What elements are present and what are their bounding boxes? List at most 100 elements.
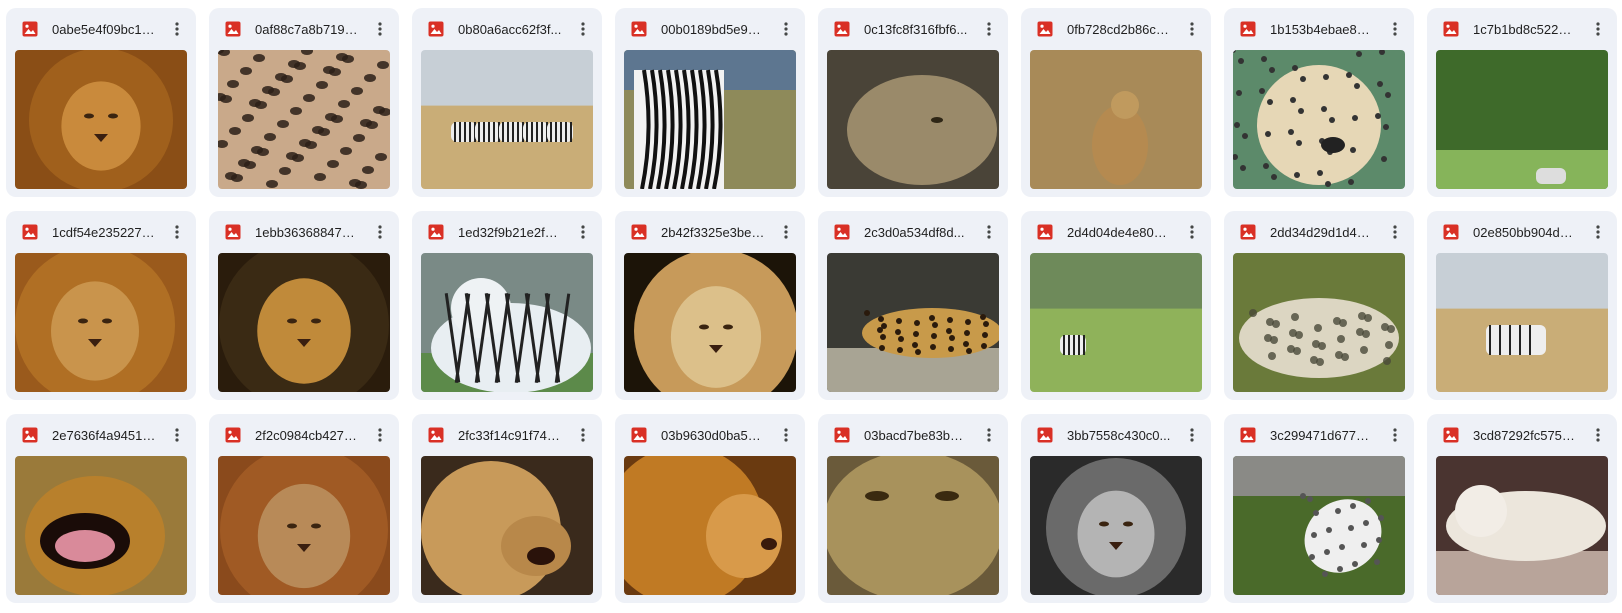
file-thumbnail-lion-roar-side[interactable] bbox=[421, 456, 593, 595]
file-thumbnail-leopard-closeup[interactable] bbox=[218, 50, 390, 189]
more-vert-icon[interactable] bbox=[1585, 422, 1611, 448]
image-file-icon bbox=[1240, 224, 1256, 240]
file-grid: 0abe5e4f09bc12... 0af88c7a8b7195... 0b80… bbox=[6, 8, 1617, 603]
file-card-header: 2b42f3325e3be3... bbox=[615, 211, 805, 253]
more-vert-icon[interactable] bbox=[1382, 16, 1408, 42]
more-vert-icon[interactable] bbox=[164, 422, 190, 448]
more-vert-icon[interactable] bbox=[1585, 219, 1611, 245]
file-thumbnail-cheetah-face[interactable] bbox=[1233, 50, 1405, 189]
file-thumbnail-forest-zebra[interactable] bbox=[1436, 50, 1608, 189]
more-vert-icon[interactable] bbox=[164, 219, 190, 245]
more-vert-icon[interactable] bbox=[773, 422, 799, 448]
file-card[interactable]: 2b42f3325e3be3... bbox=[615, 211, 805, 400]
file-thumbnail-zebra-herd[interactable] bbox=[421, 50, 593, 189]
more-vert-icon[interactable] bbox=[367, 219, 393, 245]
image-file-icon bbox=[22, 427, 38, 443]
file-name: 1ebb36368847d8... bbox=[255, 225, 359, 240]
file-thumbnail-snow-leopard-rest[interactable] bbox=[1233, 253, 1405, 392]
image-file-icon bbox=[428, 427, 444, 443]
file-card-header: 2dd34d29d1d4d... bbox=[1224, 211, 1414, 253]
image-file-icon bbox=[22, 21, 38, 37]
file-name: 2e7636f4a94512... bbox=[52, 428, 156, 443]
file-thumbnail-zebra-plain[interactable] bbox=[1030, 253, 1202, 392]
file-card[interactable]: 03bacd7be83b7... bbox=[818, 414, 1008, 603]
file-card[interactable]: 1c7b1bd8c52246... bbox=[1427, 8, 1617, 197]
image-file-icon bbox=[834, 224, 850, 240]
file-card[interactable]: 2f2c0984cb427e... bbox=[209, 414, 399, 603]
more-vert-icon[interactable] bbox=[1382, 219, 1408, 245]
more-vert-icon[interactable] bbox=[976, 219, 1002, 245]
more-vert-icon[interactable] bbox=[367, 422, 393, 448]
more-vert-icon[interactable] bbox=[1179, 422, 1205, 448]
file-thumbnail-white-tiger[interactable] bbox=[421, 253, 593, 392]
file-card[interactable]: 0b80a6acc62f3f... bbox=[412, 8, 602, 197]
file-thumbnail-lioness-eyes[interactable] bbox=[827, 456, 999, 595]
more-vert-icon[interactable] bbox=[570, 219, 596, 245]
more-vert-icon[interactable] bbox=[773, 16, 799, 42]
more-vert-icon[interactable] bbox=[1179, 219, 1205, 245]
file-name: 00b0189bd5e96... bbox=[661, 22, 765, 37]
file-card[interactable]: 02e850bb904d9... bbox=[1427, 211, 1617, 400]
file-card[interactable]: 1b153b4ebae859... bbox=[1224, 8, 1414, 197]
more-vert-icon[interactable] bbox=[570, 422, 596, 448]
file-thumbnail-lion-yawn[interactable] bbox=[15, 456, 187, 595]
file-card[interactable]: 3cd87292fc5757... bbox=[1427, 414, 1617, 603]
image-file-icon bbox=[1240, 21, 1256, 37]
image-file-icon bbox=[1240, 427, 1256, 443]
file-card[interactable]: 00b0189bd5e96... bbox=[615, 8, 805, 197]
image-file-icon bbox=[631, 21, 647, 37]
file-name: 1ed32f9b21e2f5c... bbox=[458, 225, 562, 240]
more-vert-icon[interactable] bbox=[976, 422, 1002, 448]
file-card[interactable]: 1cdf54e23522721... bbox=[6, 211, 196, 400]
file-card[interactable]: 1ed32f9b21e2f5c... bbox=[412, 211, 602, 400]
file-thumbnail-snow-leopard-play[interactable] bbox=[1233, 456, 1405, 595]
more-vert-icon[interactable] bbox=[570, 16, 596, 42]
more-vert-icon[interactable] bbox=[1382, 422, 1408, 448]
file-thumbnail-lion-face[interactable] bbox=[15, 50, 187, 189]
file-thumbnail-lioness-closeup[interactable] bbox=[827, 50, 999, 189]
file-thumbnail-zebra-pair[interactable] bbox=[624, 50, 796, 189]
file-card[interactable]: 0fb728cd2b86cb... bbox=[1021, 8, 1211, 197]
more-vert-icon[interactable] bbox=[1179, 16, 1205, 42]
file-thumbnail-lion-profile[interactable] bbox=[624, 456, 796, 595]
file-card[interactable]: 1ebb36368847d8... bbox=[209, 211, 399, 400]
more-vert-icon[interactable] bbox=[773, 219, 799, 245]
more-vert-icon[interactable] bbox=[1585, 16, 1611, 42]
file-name: 0abe5e4f09bc12... bbox=[52, 22, 156, 37]
file-thumbnail-lion-squint[interactable] bbox=[218, 456, 390, 595]
image-file-icon bbox=[1037, 224, 1053, 240]
file-thumbnail-white-lion-lying[interactable] bbox=[1436, 456, 1608, 595]
file-name: 3bb7558c430c0... bbox=[1067, 428, 1171, 443]
file-card[interactable]: 0abe5e4f09bc12... bbox=[6, 8, 196, 197]
file-card[interactable]: 2e7636f4a94512... bbox=[6, 414, 196, 603]
file-name: 0fb728cd2b86cb... bbox=[1067, 22, 1171, 37]
file-name: 1c7b1bd8c52246... bbox=[1473, 22, 1577, 37]
file-card[interactable]: 0af88c7a8b7195... bbox=[209, 8, 399, 197]
file-name: 2d4d04de4e807... bbox=[1067, 225, 1171, 240]
more-vert-icon[interactable] bbox=[164, 16, 190, 42]
file-card[interactable]: 2dd34d29d1d4d... bbox=[1224, 211, 1414, 400]
file-thumbnail-lion-pale[interactable] bbox=[624, 253, 796, 392]
file-card[interactable]: 3c299471d67702... bbox=[1224, 414, 1414, 603]
more-vert-icon[interactable] bbox=[976, 16, 1002, 42]
image-file-icon bbox=[631, 427, 647, 443]
file-thumbnail-lion-bw[interactable] bbox=[1030, 456, 1202, 595]
file-card[interactable]: 0c13fc8f316fbf6... bbox=[818, 8, 1008, 197]
image-file-icon bbox=[631, 224, 647, 240]
file-name: 2b42f3325e3be3... bbox=[661, 225, 765, 240]
more-vert-icon[interactable] bbox=[367, 16, 393, 42]
file-card-header: 3cd87292fc5757... bbox=[1427, 414, 1617, 456]
file-thumbnail-jaguar-lying[interactable] bbox=[827, 253, 999, 392]
file-thumbnail-lioness-grass[interactable] bbox=[1030, 50, 1202, 189]
image-file-icon bbox=[225, 427, 241, 443]
file-card[interactable]: 3bb7558c430c0... bbox=[1021, 414, 1211, 603]
file-card[interactable]: 2d4d04de4e807... bbox=[1021, 211, 1211, 400]
image-file-icon bbox=[428, 224, 444, 240]
file-name: 1b153b4ebae859... bbox=[1270, 22, 1374, 37]
file-thumbnail-lion-painting[interactable] bbox=[218, 253, 390, 392]
file-thumbnail-zebra-savanna[interactable] bbox=[1436, 253, 1608, 392]
file-card[interactable]: 2c3d0a534df8d... bbox=[818, 211, 1008, 400]
file-card[interactable]: 03b9630d0ba57... bbox=[615, 414, 805, 603]
file-thumbnail-lion-eyes-closed[interactable] bbox=[15, 253, 187, 392]
file-card[interactable]: 2fc33f14c91f74d7... bbox=[412, 414, 602, 603]
